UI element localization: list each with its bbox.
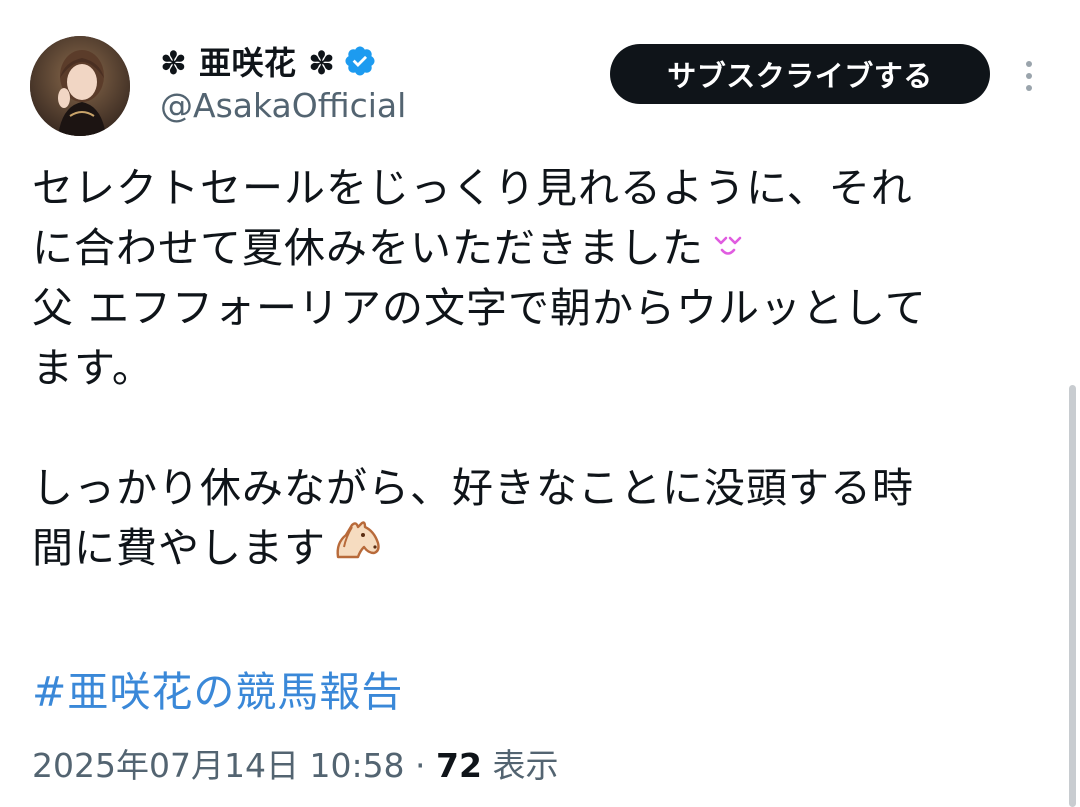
- views-label: 表示: [481, 746, 559, 785]
- hashtag-link[interactable]: #亜咲花の競馬報告: [32, 664, 403, 720]
- horse-face-icon: [332, 517, 384, 579]
- tweet-line: に合わせて夏休みをいただきました: [32, 218, 1052, 278]
- profile-photo-icon: [30, 36, 130, 136]
- verified-badge-icon[interactable]: [343, 44, 377, 78]
- tweet-line: ます。: [32, 344, 154, 392]
- tweet-line: 父 エフフォーリアの文字で朝からウルッとして: [32, 284, 927, 332]
- author-display-name[interactable]: ✽ 亜咲花 ✽: [160, 38, 335, 84]
- tweet-meta: 2025年07月14日 10:58 · 72 表示: [32, 742, 558, 790]
- meta-separator: ·: [404, 746, 437, 785]
- subscribe-button[interactable]: サブスクライブする: [610, 44, 990, 104]
- author-name-row[interactable]: ✽ 亜咲花 ✽: [160, 38, 377, 84]
- more-vertical-icon[interactable]: [1014, 56, 1044, 96]
- tweet-card: ✽ 亜咲花 ✽ @AsakaOfficial サブスクライブする セレクトセール…: [0, 0, 1080, 807]
- tweet-line: しっかり休みながら、好きなことに没頭する時: [32, 464, 914, 512]
- author-handle[interactable]: @AsakaOfficial: [160, 86, 406, 125]
- tweet-timestamp[interactable]: 2025年07月14日 10:58: [32, 746, 405, 785]
- scrollbar[interactable]: [1069, 385, 1076, 807]
- smiling-face-icon: [710, 218, 746, 278]
- tweet-line: セレクトセールをじっくり見れるように、それ: [32, 164, 913, 212]
- views-count[interactable]: 72: [436, 746, 482, 785]
- tweet-line: 間に費やします: [32, 518, 1052, 578]
- avatar[interactable]: [30, 36, 130, 136]
- tweet-text: セレクトセールをじっくり見れるように、それ に合わせて夏休みをいただきました 父…: [32, 158, 1052, 578]
